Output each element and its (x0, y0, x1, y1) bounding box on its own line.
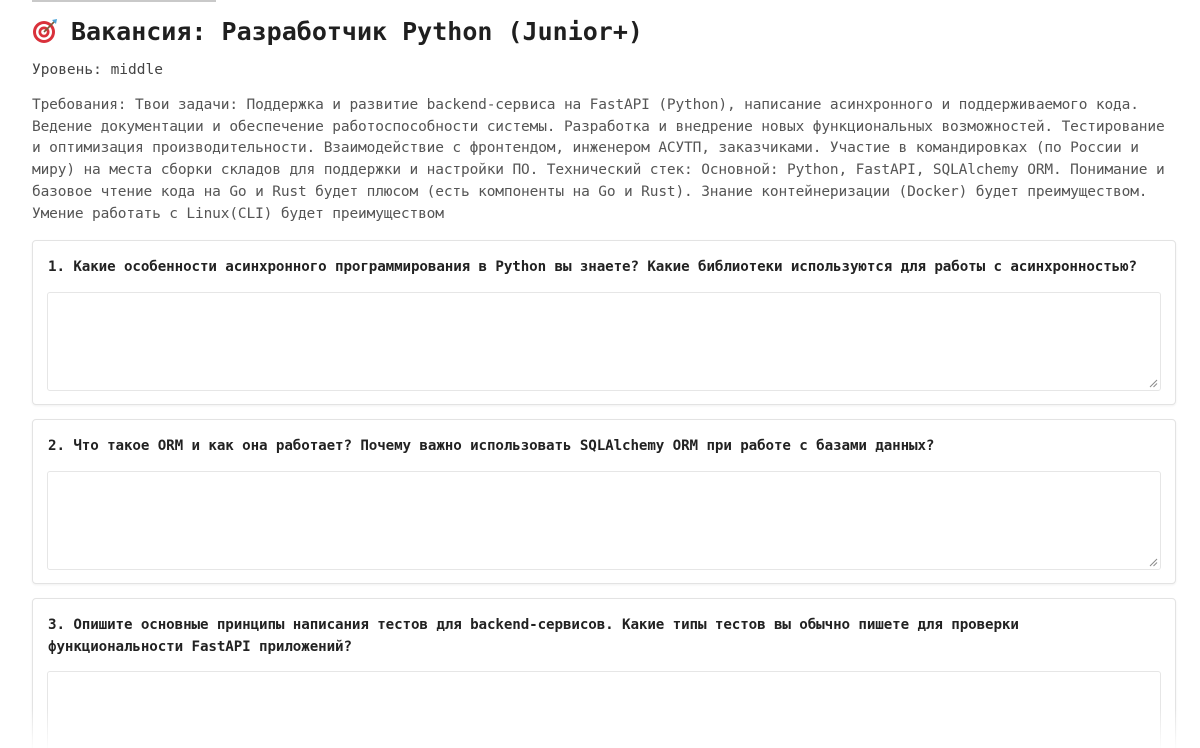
answer-textarea[interactable] (47, 671, 1161, 748)
question-text: 2. Что такое ORM и как она работает? Поч… (48, 438, 935, 454)
answer-textarea[interactable] (47, 471, 1161, 570)
level-text: Уровень: middle (32, 62, 163, 78)
resize-handle-icon[interactable] (1148, 378, 1158, 388)
question-card-3: 3. Опишите основные принципы написания т… (32, 598, 1176, 748)
answer-textarea[interactable] (47, 292, 1161, 391)
vacancy-header: Вакансия: Разработчик Python (Junior+) У… (32, 0, 1178, 225)
question-text: 1. Какие особенности асинхронного програ… (48, 259, 1137, 275)
title-row: Вакансия: Разработчик Python (Junior+) (32, 14, 1178, 48)
requirements-text: Требования: Твои задачи: Поддержка и раз… (32, 97, 1165, 222)
question-card-2: 2. Что такое ORM и как она работает? Поч… (32, 419, 1176, 584)
target-icon (33, 19, 57, 43)
question-card-1: 1. Какие особенности асинхронного програ… (32, 240, 1176, 405)
resize-handle-icon[interactable] (1148, 557, 1158, 567)
page-title: Вакансия: Разработчик Python (Junior+) (71, 16, 643, 46)
question-text: 3. Опишите основные принципы написания т… (48, 617, 1019, 655)
